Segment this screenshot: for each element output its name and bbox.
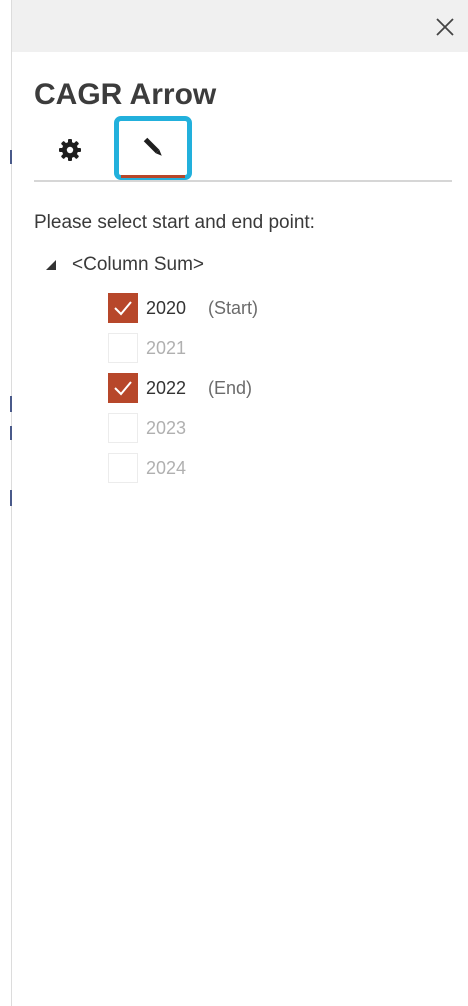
checkbox-2024[interactable] (108, 453, 138, 483)
task-pane: CAGR Arrow Please select start and end p… (12, 0, 468, 1006)
checkbox-2020[interactable] (108, 293, 138, 323)
close-icon (436, 18, 454, 36)
checkbox-2021[interactable] (108, 333, 138, 363)
checkbox-2023[interactable] (108, 413, 138, 443)
left-edge-strip (0, 0, 12, 1006)
checkbox-2022[interactable] (108, 373, 138, 403)
tree-item-2020[interactable]: 2020 (Start) (108, 288, 258, 328)
active-tab-indicator (121, 175, 185, 178)
tabs-divider (34, 180, 452, 182)
tree-root-label: <Column Sum> (72, 254, 205, 275)
pane-title: CAGR Arrow (34, 78, 217, 111)
tab-edit[interactable] (117, 119, 189, 178)
tree-item-2021[interactable]: 2021 (108, 328, 258, 368)
page: CAGR Arrow Please select start and end p… (0, 0, 468, 1006)
tree-item-2022[interactable]: 2022 (End) (108, 368, 258, 408)
year-label: 2023 (146, 417, 187, 438)
tab-settings[interactable] (54, 134, 86, 166)
checkmark-icon (114, 381, 132, 396)
tree-root-column-sum[interactable]: <Column Sum> (44, 252, 204, 278)
checkmark-icon (114, 301, 132, 316)
pencil-icon (143, 137, 162, 156)
year-label: 2021 (146, 337, 187, 358)
year-label: 2022 (146, 377, 187, 398)
tab-bar (34, 114, 452, 184)
year-list: 2020 (Start) 2021 2022 (End) 2023 2024 (108, 288, 258, 488)
start-tag: (Start) (208, 297, 259, 318)
pane-titlebar (12, 0, 468, 52)
year-label: 2024 (146, 457, 187, 478)
year-label: 2020 (146, 297, 187, 318)
instruction-text: Please select start and end point: (34, 212, 315, 233)
gear-icon (59, 139, 81, 161)
expand-triangle-icon[interactable] (44, 258, 58, 272)
tree-item-2023[interactable]: 2023 (108, 408, 258, 448)
close-button[interactable] (432, 14, 458, 40)
tree-item-2024[interactable]: 2024 (108, 448, 258, 488)
end-tag: (End) (208, 377, 253, 398)
